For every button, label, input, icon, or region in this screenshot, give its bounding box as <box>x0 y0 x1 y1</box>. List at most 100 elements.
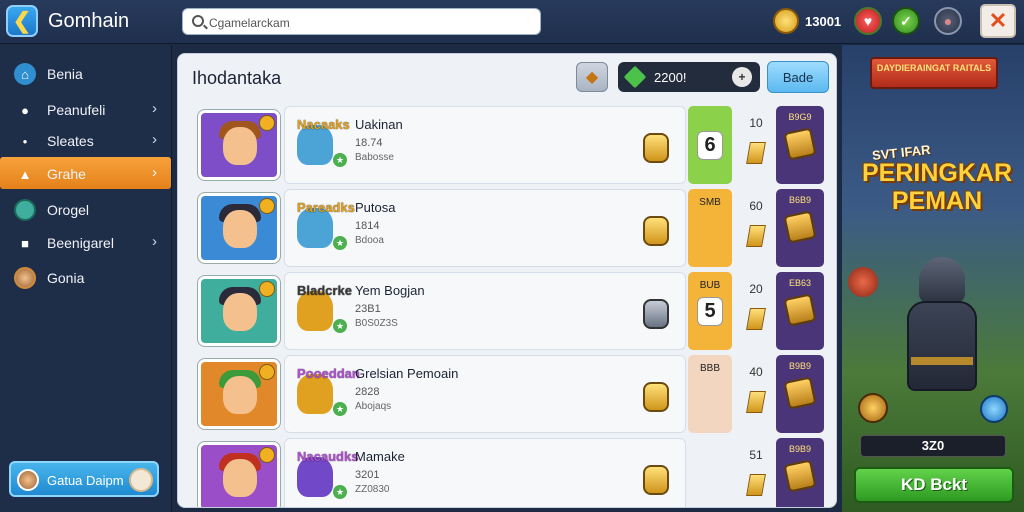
gold-medal-icon <box>858 393 888 423</box>
points-value: 51 <box>749 448 763 462</box>
score-value: 5 <box>697 296 723 326</box>
sidebar-item-label: Sleates <box>47 133 94 149</box>
item-icon[interactable] <box>643 465 669 495</box>
reward-cell[interactable]: EB63 <box>776 272 824 350</box>
banner-button[interactable]: KD Bckt <box>854 467 1014 503</box>
player-avatar[interactable] <box>198 359 280 429</box>
chest-icon <box>783 293 817 327</box>
reward-cell[interactable]: B9G9 <box>776 106 824 184</box>
score-cell: 6 <box>688 106 732 184</box>
search-input[interactable] <box>209 13 529 32</box>
level-badge: ★ <box>333 485 347 499</box>
player-card[interactable]: ★ Pooeddan Grelsian Pemoain 2828 Abojaqs <box>284 355 686 433</box>
table-row[interactable]: ★ Bladcrke Yem Bogjan 23B1 B0S0Z3S BUB 5… <box>188 272 828 350</box>
gift-icon[interactable]: ♥ <box>854 7 882 35</box>
reward-label: B6B9 <box>788 195 812 205</box>
search-bar[interactable] <box>182 8 541 35</box>
ball-icon <box>848 267 878 297</box>
add-gems-button[interactable]: + <box>732 67 752 87</box>
sidebar-item-peanufeli[interactable]: ● Peanufeli › <box>0 93 171 125</box>
player-substat: Babosse <box>355 152 394 163</box>
sidebar-item-benia[interactable]: ⌂ Benia <box>0 57 171 89</box>
player-card[interactable]: ★ Bladcrke Yem Bogjan 23B1 B0S0Z3S <box>284 272 686 350</box>
promo-banner: DAYDIERAINGAT RAITALS SVT IFAR PERINGKAR… <box>842 45 1024 512</box>
page-title: Ihodantaka <box>192 68 282 88</box>
reward-cell[interactable]: B9B9 <box>776 355 824 433</box>
table-row[interactable]: ★ Nacaudks Mamake 3201 ZZ0830 51 B9B9 <box>188 438 828 507</box>
player-substat: Bdooa <box>355 235 384 246</box>
reward-label: B9B9 <box>788 361 812 371</box>
check-icon[interactable]: ✓ <box>892 7 920 35</box>
sidebar: ⌂ Benia ● Peanufeli › ● Sleates › ▲ Grah… <box>0 45 172 512</box>
sidebar-item-gonia[interactable]: Gonia <box>0 261 171 293</box>
gamepad-icon: ■ <box>21 235 29 251</box>
chevron-right-icon: › <box>152 100 157 117</box>
chevron-right-icon: › <box>152 233 157 250</box>
chevron-right-icon: › <box>152 164 157 181</box>
sidebar-item-label: Grahe <box>47 166 86 182</box>
coin-icon <box>773 8 799 34</box>
item-icon[interactable] <box>643 216 669 246</box>
close-icon: ✕ <box>988 8 1008 33</box>
sidebar-item-beenigarel[interactable]: ■ Beenigarel › <box>0 226 171 258</box>
sidebar-item-orogel[interactable]: Orogel <box>0 193 171 225</box>
level-badge: ★ <box>333 153 347 167</box>
player-avatar[interactable] <box>198 110 280 180</box>
profile-button[interactable]: Gatua Daipm <box>9 461 159 497</box>
avatar-icon <box>14 267 36 289</box>
points-cell: 60 <box>736 189 776 267</box>
points-value: 10 <box>749 116 763 130</box>
back-arrow-icon: ❮ <box>12 8 32 33</box>
back-button[interactable]: ❮ <box>6 5 38 37</box>
points-cell: 40 <box>736 355 776 433</box>
rank-badge-icon <box>259 198 275 214</box>
score-label: BUB <box>699 280 721 291</box>
table-row[interactable]: ★ Pareadks Putosa 1814 Bdooa SMB 60 B6B9 <box>188 189 828 267</box>
player-card[interactable]: ★ Nacaaks Uakinan 18.74 Babosse <box>284 106 686 184</box>
player-substat: ZZ0830 <box>355 484 390 495</box>
rank-badge-icon <box>259 281 275 297</box>
item-icon[interactable] <box>643 299 669 329</box>
points-value: 20 <box>749 282 763 296</box>
reward-cell[interactable]: B9B9 <box>776 438 824 507</box>
table-row[interactable]: ★ Nacaaks Uakinan 18.74 Babosse 6 10 B9G… <box>188 106 828 184</box>
sidebar-item-grahe[interactable]: ▲ Grahe › <box>0 157 171 189</box>
player-card[interactable]: ★ Nacaudks Mamake 3201 ZZ0830 <box>284 438 686 507</box>
table-row[interactable]: ★ Pooeddan Grelsian Pemoain 2828 Abojaqs… <box>188 355 828 433</box>
player-substat: B0S0Z3S <box>355 318 398 329</box>
settings-icon[interactable]: ● <box>934 7 962 35</box>
action-button[interactable]: Bade <box>767 61 829 93</box>
player-tag: Pareadks <box>297 200 355 215</box>
ring-icon <box>129 468 153 492</box>
player-avatar[interactable] <box>198 276 280 346</box>
player-tag: Nacaaks <box>297 117 350 132</box>
reward-label: B9G9 <box>788 112 812 122</box>
points-value: 60 <box>749 199 763 213</box>
sidebar-item-label: Gonia <box>47 270 85 286</box>
player-avatar[interactable] <box>198 442 280 507</box>
sidebar-item-sleates[interactable]: ● Sleates › <box>0 124 171 156</box>
leaf-icon: ◆ <box>585 69 599 86</box>
filter-button[interactable]: ◆ <box>576 62 608 92</box>
player-stat: 2828 <box>355 386 380 398</box>
player-tag: Bladcrke <box>297 283 352 298</box>
player-stat: 18.74 <box>355 137 383 149</box>
item-icon[interactable] <box>643 382 669 412</box>
points-value: 40 <box>749 365 763 379</box>
ticket-icon <box>746 225 766 247</box>
player-avatar[interactable] <box>198 193 280 263</box>
chevron-right-icon: › <box>152 131 157 148</box>
reward-cell[interactable]: B6B9 <box>776 189 824 267</box>
sidebar-item-label: Orogel <box>47 202 90 218</box>
player-card[interactable]: ★ Pareadks Putosa 1814 Bdooa <box>284 189 686 267</box>
score-cell: SMB <box>688 189 732 267</box>
search-icon <box>192 15 204 27</box>
close-button[interactable]: ✕ <box>980 4 1016 38</box>
app-title: Gomhain <box>48 10 130 32</box>
level-badge: ★ <box>333 402 347 416</box>
score-label: SMB <box>699 197 721 208</box>
bulb-icon: ● <box>21 102 29 118</box>
chest-icon <box>783 376 817 410</box>
item-icon[interactable] <box>643 133 669 163</box>
player-tag: Pooeddan <box>297 366 360 381</box>
